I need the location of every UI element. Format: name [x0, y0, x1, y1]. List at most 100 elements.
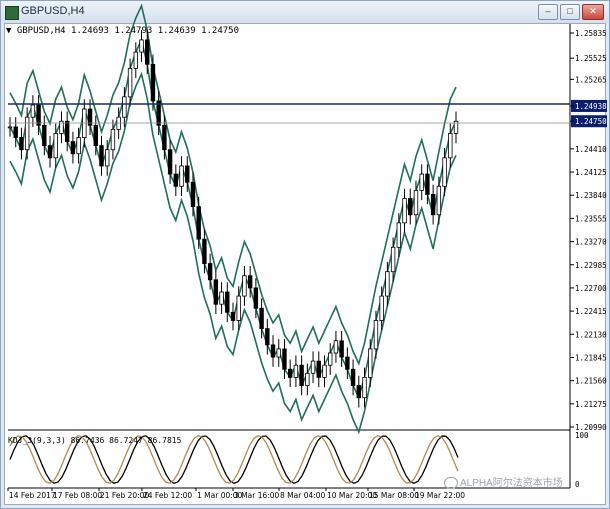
candle-body — [150, 63, 156, 102]
candlesticks — [7, 30, 459, 408]
candle-body — [133, 51, 138, 69]
candle-body — [225, 291, 230, 313]
candle-body — [425, 173, 430, 195]
candle-body — [247, 275, 253, 289]
price-tick-label: 1.24938 — [575, 102, 607, 111]
price-tick-label: 1.24750 — [575, 117, 607, 126]
candle-body — [253, 287, 259, 309]
candle-body — [47, 145, 53, 159]
price-tick-label: 1.22985 — [575, 261, 607, 270]
price-tick-label: 1.21845 — [575, 353, 607, 362]
candle-body — [179, 165, 184, 187]
candle-body — [265, 328, 270, 346]
bollinger-bands — [9, 3, 457, 435]
candle-body — [396, 222, 402, 248]
candle-body — [282, 348, 287, 370]
chart-frame — [8, 24, 571, 489]
price-tick-label: 1.21275 — [575, 400, 607, 409]
candle-body — [173, 173, 179, 187]
candle-body — [356, 385, 361, 399]
candle-body — [202, 238, 207, 264]
candle-body — [379, 295, 384, 321]
candle-body — [430, 194, 436, 216]
candle-body — [402, 198, 407, 224]
candle-body — [42, 124, 47, 147]
candle-body — [368, 348, 373, 378]
candle-body — [448, 133, 453, 159]
indicator-level-label: 0 — [575, 480, 580, 489]
candle-body — [162, 124, 167, 151]
candle-body — [408, 198, 413, 216]
time-tick-label: 14 Feb 2017 — [9, 491, 56, 500]
price-tick-label: 1.25835 — [575, 29, 607, 38]
price-chart[interactable]: 1.25835 1.25525 1.25265 1.24938 1.24750 1.244… — [0, 0, 610, 509]
candle-body — [287, 368, 293, 378]
price-tick-label: 1.24410 — [575, 145, 607, 154]
candle-body — [442, 157, 447, 187]
candle-body — [316, 360, 321, 378]
candle-body — [345, 356, 350, 370]
candle-body — [70, 141, 76, 155]
candle-body — [413, 189, 419, 216]
price-axis: 1.25835 1.25525 1.25265 1.24938 1.24750 1.244… — [570, 29, 607, 432]
candle-body — [36, 104, 41, 126]
candle-body — [385, 271, 390, 297]
candle-body — [64, 120, 70, 142]
time-tick-label: 8 Mar 04:00 — [280, 491, 326, 500]
time-tick-label: 24 Feb 12:00 — [143, 491, 192, 500]
candle-body — [242, 275, 247, 297]
candle-body — [30, 104, 36, 118]
price-tick-label: 1.21560 — [575, 377, 607, 386]
middle-band — [9, 37, 457, 400]
price-tick-label: 1.25265 — [575, 75, 607, 84]
candle-body — [127, 67, 133, 98]
time-tick-label: 19 Mar 22:00 — [415, 491, 465, 500]
candle-body — [76, 137, 81, 155]
candle-body — [259, 307, 264, 330]
candle-body — [196, 206, 201, 240]
candle-body — [167, 149, 173, 175]
candle-body — [219, 291, 224, 305]
price-tick-label: 1.23840 — [575, 191, 607, 200]
candle-body — [213, 279, 219, 305]
watermark-text: ALPHA阿尔法资本市场 — [460, 478, 563, 489]
candle-body — [350, 368, 356, 386]
candle-body — [322, 364, 327, 378]
candle-body — [145, 39, 150, 65]
price-tick-label: 1.23270 — [575, 238, 607, 247]
price-tick-label: 1.25525 — [575, 54, 607, 63]
wechat-icon — [444, 477, 458, 490]
candle-body — [270, 344, 276, 358]
candle-body — [373, 320, 379, 350]
candle-body — [276, 348, 281, 358]
indicator-label: KDJ_3(9,3,3) 86.7436 86.7247 86.7815 — [8, 436, 182, 445]
chart-header: ▼ GBPUSD,H4 1.24693 1.24793 1.24639 1.24… — [6, 26, 239, 36]
candle-body — [390, 246, 396, 273]
price-tick-label: 1.23555 — [575, 214, 607, 223]
candle-body — [53, 133, 58, 159]
candle-body — [362, 376, 367, 399]
candle-body — [139, 39, 144, 53]
candle-body — [436, 185, 442, 216]
candle-body — [333, 340, 339, 354]
price-tick-label: 1.22415 — [575, 307, 607, 316]
candle-body — [105, 149, 110, 167]
candle-body — [13, 126, 18, 138]
candle-body — [230, 311, 236, 321]
candle-body — [185, 165, 190, 183]
price-tick-label: 1.24125 — [575, 168, 607, 177]
time-tick-label: 15 Mar 08:00 — [369, 491, 419, 500]
price-tick-label: 1.22700 — [575, 284, 607, 293]
time-axis: 14 Feb 201717 Feb 08:0021 Feb 20:0024 Fe… — [7, 488, 465, 500]
candle-body — [19, 137, 24, 151]
candle-body — [236, 295, 241, 321]
candle-body — [190, 181, 196, 208]
candle-body — [310, 360, 316, 374]
candle-body — [110, 128, 116, 151]
candle-body — [305, 372, 310, 386]
candle-body — [7, 126, 13, 129]
candle-body — [93, 124, 98, 147]
candle-body — [99, 145, 104, 167]
candle-body — [24, 116, 30, 151]
indicator-level-label: 100 — [575, 431, 589, 440]
